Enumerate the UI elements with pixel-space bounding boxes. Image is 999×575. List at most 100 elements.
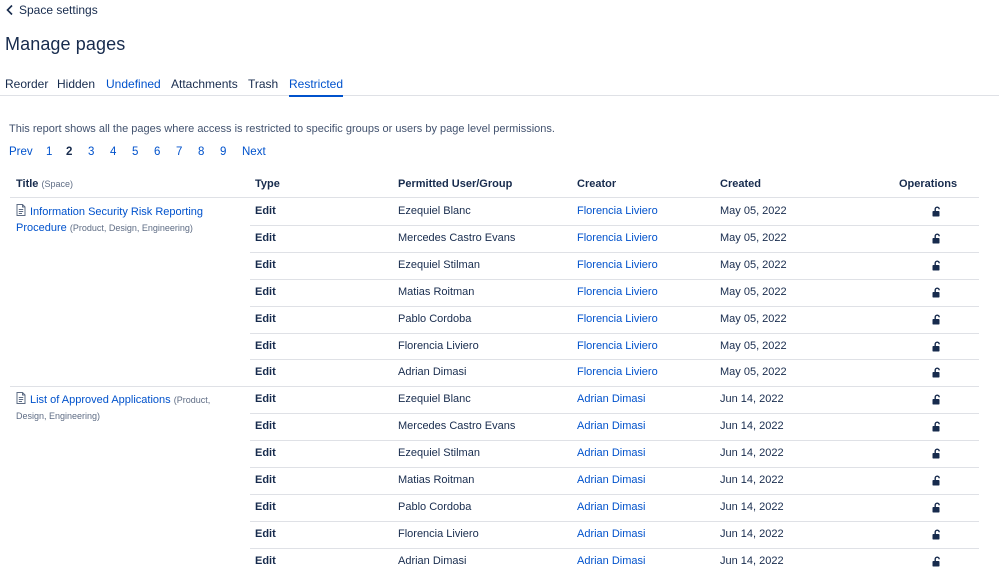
- column-header-title: Title (Space): [16, 178, 73, 190]
- page-title-cell: List of Approved Applications (Product, …: [16, 392, 236, 424]
- column-header-created: Created: [720, 178, 761, 190]
- created-date-cell: Jun 14, 2022: [720, 554, 784, 567]
- type-cell: Edit: [255, 339, 276, 352]
- tab-undefined[interactable]: Undefined: [106, 77, 161, 91]
- row-divider: [250, 359, 979, 360]
- report-description: This report shows all the pages where ac…: [9, 123, 555, 135]
- unlock-icon[interactable]: [932, 341, 942, 352]
- row-divider: [250, 333, 979, 334]
- creator-link[interactable]: Adrian Dimasi: [577, 393, 645, 405]
- header-divider: [10, 197, 979, 198]
- row-divider: [250, 494, 979, 495]
- row-divider: [250, 279, 979, 280]
- pagination-next[interactable]: Next: [242, 146, 266, 158]
- creator-link[interactable]: Florencia Liviero: [577, 205, 658, 217]
- type-cell: Edit: [255, 420, 276, 433]
- created-date-cell: Jun 14, 2022: [720, 393, 784, 406]
- type-cell: Edit: [255, 500, 276, 513]
- type-cell: Edit: [255, 447, 276, 460]
- permitted-user-cell: Adrian Dimasi: [398, 366, 467, 379]
- created-date-cell: May 05, 2022: [720, 285, 787, 298]
- back-to-space-settings-link[interactable]: Space settings: [5, 3, 98, 17]
- pagination-page-6[interactable]: 6: [154, 146, 160, 158]
- unlock-icon[interactable]: [932, 206, 942, 217]
- permitted-user-cell: Ezequiel Stilman: [398, 447, 480, 460]
- column-header-permitted: Permitted User/Group: [398, 178, 513, 190]
- created-date-cell: Jun 14, 2022: [720, 474, 784, 486]
- tab-attachments[interactable]: Attachments: [171, 77, 238, 91]
- pagination-prev[interactable]: Prev: [9, 146, 33, 158]
- type-cell: Edit: [255, 231, 276, 244]
- creator-link[interactable]: Adrian Dimasi: [577, 555, 645, 567]
- unlock-icon[interactable]: [932, 367, 942, 378]
- permitted-user-cell: Florencia Liviero: [398, 527, 479, 540]
- tab-bar: Reorder Hidden Undefined Attachments Tra…: [0, 72, 999, 97]
- type-cell: Edit: [255, 554, 276, 567]
- unlock-icon[interactable]: [932, 475, 942, 486]
- created-date-cell: Jun 14, 2022: [720, 527, 784, 540]
- row-divider: [250, 225, 979, 226]
- type-cell: Edit: [255, 285, 276, 298]
- column-header-type: Type: [255, 178, 280, 190]
- row-divider: [250, 413, 979, 414]
- pagination-page-9[interactable]: 9: [220, 146, 226, 158]
- row-divider: [250, 467, 979, 468]
- type-cell: Edit: [255, 205, 276, 217]
- creator-link[interactable]: Adrian Dimasi: [577, 501, 645, 513]
- type-cell: Edit: [255, 527, 276, 540]
- permitted-user-cell: Ezequiel Stilman: [398, 258, 480, 271]
- unlock-icon[interactable]: [932, 529, 942, 540]
- pagination-page-8[interactable]: 8: [198, 146, 204, 158]
- creator-link[interactable]: Florencia Liviero: [577, 340, 658, 352]
- unlock-icon[interactable]: [932, 260, 942, 271]
- creator-link[interactable]: Florencia Liviero: [577, 259, 658, 271]
- creator-link[interactable]: Adrian Dimasi: [577, 420, 645, 432]
- creator-link[interactable]: Florencia Liviero: [577, 366, 658, 378]
- permitted-user-cell: Florencia Liviero: [398, 339, 479, 352]
- permitted-user-cell: Pablo Cordoba: [398, 500, 472, 513]
- creator-link[interactable]: Adrian Dimasi: [577, 474, 645, 486]
- unlock-icon[interactable]: [932, 448, 942, 459]
- tab-trash[interactable]: Trash: [248, 77, 278, 91]
- row-divider: [250, 306, 979, 307]
- page-icon: [16, 204, 26, 216]
- tab-restricted[interactable]: Restricted: [289, 77, 344, 97]
- created-date-cell: Jun 14, 2022: [720, 447, 784, 460]
- unlock-icon[interactable]: [932, 502, 942, 513]
- permitted-user-cell: Adrian Dimasi: [398, 554, 467, 567]
- pagination-page-5[interactable]: 5: [132, 146, 138, 158]
- unlock-icon[interactable]: [932, 556, 942, 567]
- unlock-icon[interactable]: [932, 287, 942, 298]
- tab-hidden[interactable]: Hidden: [57, 77, 95, 91]
- page-space: (Product, Design, Engineering): [69, 222, 193, 233]
- unlock-icon[interactable]: [932, 314, 942, 325]
- permitted-user-cell: Mercedes Castro Evans: [398, 420, 516, 433]
- column-header-title-label: Title: [16, 178, 39, 190]
- creator-link[interactable]: Adrian Dimasi: [577, 528, 645, 540]
- creator-link[interactable]: Florencia Liviero: [577, 286, 658, 298]
- unlock-icon[interactable]: [932, 394, 942, 405]
- pagination-page-1[interactable]: 1: [46, 146, 52, 158]
- column-header-operations: Operations: [899, 178, 958, 190]
- permitted-user-cell: Matias Roitman: [398, 285, 475, 298]
- permitted-user-cell: Pablo Cordoba: [398, 312, 472, 325]
- unlock-icon[interactable]: [932, 421, 942, 432]
- row-divider: [250, 252, 979, 253]
- row-divider: [250, 548, 979, 549]
- pagination-page-3[interactable]: 3: [88, 146, 94, 158]
- created-date-cell: May 05, 2022: [720, 366, 787, 379]
- row-divider: [250, 521, 979, 522]
- pagination-page-4[interactable]: 4: [110, 146, 116, 158]
- creator-link[interactable]: Florencia Liviero: [577, 313, 658, 325]
- type-cell: Edit: [255, 474, 276, 486]
- creator-link[interactable]: Adrian Dimasi: [577, 447, 645, 459]
- tab-reorder[interactable]: Reorder: [5, 77, 48, 91]
- unlock-icon[interactable]: [932, 233, 942, 244]
- column-header-title-sub: (Space): [41, 179, 73, 189]
- type-cell: Edit: [255, 393, 276, 406]
- page-link[interactable]: List of Approved Applications: [30, 394, 171, 406]
- creator-link[interactable]: Florencia Liviero: [577, 232, 658, 244]
- pagination-page-7[interactable]: 7: [176, 146, 182, 158]
- column-header-creator: Creator: [577, 178, 617, 190]
- type-cell: Edit: [255, 366, 276, 379]
